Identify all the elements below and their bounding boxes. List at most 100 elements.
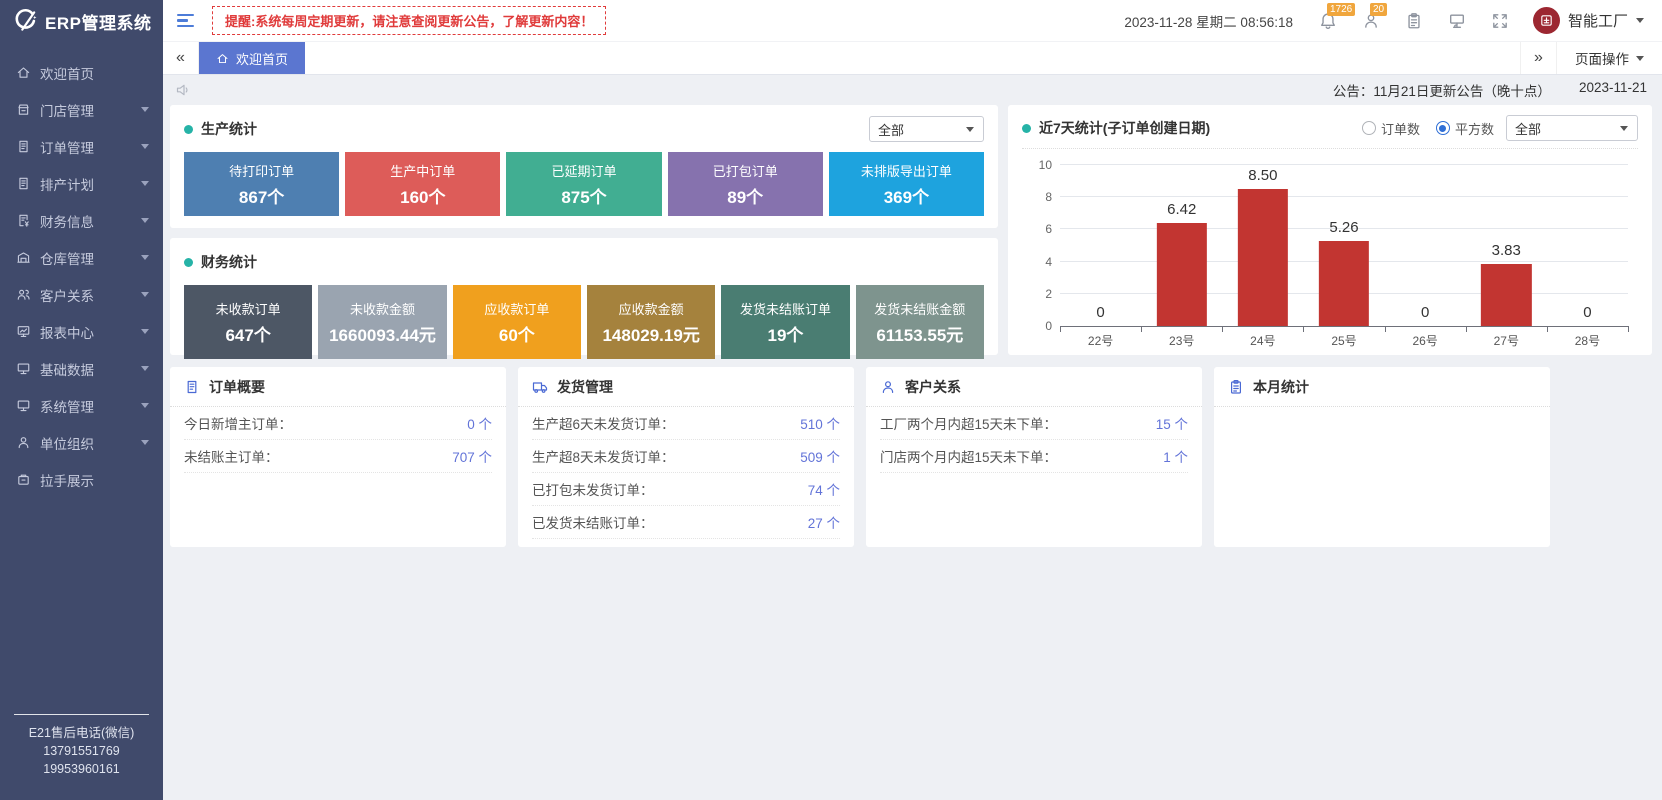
- bar-24号[interactable]: [1238, 189, 1288, 326]
- account-menu[interactable]: 智能工厂: [1533, 7, 1644, 34]
- menu-collapse-icon[interactable]: [177, 14, 194, 28]
- sidebar-item[interactable]: 订单管理: [0, 128, 163, 165]
- stat-card-value: 148029.19元: [602, 321, 699, 346]
- sidebar-item[interactable]: 门店管理: [0, 91, 163, 128]
- bar-23号[interactable]: [1157, 223, 1207, 326]
- account-name: 智能工厂: [1568, 10, 1628, 31]
- chart-filter-select[interactable]: 全部: [1506, 115, 1638, 141]
- production-stat-card[interactable]: 待打印订单867个: [184, 152, 339, 216]
- document-icon: [16, 176, 31, 191]
- bell-icon[interactable]: 1726: [1319, 12, 1337, 30]
- summary-row-item: 已发货未结账订单：27 个: [532, 506, 840, 539]
- x-axis-tick: [1141, 326, 1142, 332]
- sidebar-item[interactable]: 欢迎首页: [0, 54, 163, 91]
- notice-text[interactable]: 公告：11月21日更新公告（晚十点）: [1333, 80, 1551, 100]
- person-icon: [16, 435, 31, 450]
- sidebar-item[interactable]: 单位组织: [0, 424, 163, 461]
- fullscreen-icon[interactable]: [1491, 12, 1509, 30]
- radio-label: 订单数: [1381, 119, 1420, 138]
- finance-stat-card[interactable]: 应收款金额148029.19元: [587, 285, 715, 359]
- app-root: ERP管理系统 欢迎首页门店管理订单管理排产计划财务信息仓库管理客户关系报表中心…: [0, 0, 1662, 800]
- chevron-down-icon: [1636, 56, 1644, 61]
- bar-value-label: 0: [1537, 304, 1638, 321]
- production-header: 生产统计 全部: [184, 114, 984, 144]
- notice-right: 公告：11月21日更新公告（晚十点） 2023-11-21: [1333, 80, 1647, 100]
- header-icons: 1726 20: [1319, 12, 1509, 30]
- sidebar-item[interactable]: 客户关系: [0, 276, 163, 313]
- bullet-dot-icon: [1022, 124, 1031, 133]
- stat-card-value: 1660093.44元: [329, 321, 436, 346]
- page-actions-dropdown[interactable]: 页面操作: [1556, 42, 1662, 74]
- x-axis-tick-label: 23号: [1141, 327, 1222, 347]
- stat-card-value: 89个: [727, 183, 763, 208]
- tabs-scroll-left-icon[interactable]: «: [163, 42, 199, 74]
- clipboard-icon[interactable]: [1405, 12, 1423, 30]
- chart-column: 3.83: [1466, 165, 1547, 326]
- summary-row-value[interactable]: 0 个: [467, 413, 492, 433]
- sidebar-item-label: 系统管理: [40, 396, 94, 416]
- summary-row-label: 今日新增主订单：: [184, 413, 292, 433]
- logo-icon: [12, 8, 38, 34]
- chevron-down-icon: [141, 107, 149, 112]
- summary-row-value[interactable]: 1 个: [1163, 446, 1188, 466]
- topbar: 提醒:系统每周定期更新，请注意查阅更新公告，了解更新内容！ 2023-11-28…: [163, 0, 1662, 42]
- sidebar-item[interactable]: 系统管理: [0, 387, 163, 424]
- finance-stat-card[interactable]: 应收款订单60个: [453, 285, 581, 359]
- chevron-down-icon: [141, 403, 149, 408]
- home-icon: [16, 65, 31, 80]
- summary-row-value[interactable]: 707 个: [452, 446, 492, 466]
- summary-row-value[interactable]: 510 个: [800, 413, 840, 433]
- summary-row-value[interactable]: 509 个: [800, 446, 840, 466]
- summary-row-item: 门店两个月内超15天未下单： 1 个: [880, 440, 1188, 473]
- summary-row-value[interactable]: 15 个: [1156, 413, 1188, 433]
- production-filter-select[interactable]: 全部: [869, 116, 984, 142]
- notice-date: 2023-11-21: [1579, 80, 1647, 100]
- chevron-down-icon: [141, 329, 149, 334]
- sidebar-item[interactable]: 基础数据: [0, 350, 163, 387]
- summary-row-value[interactable]: 74 个: [808, 479, 840, 499]
- summary-row-value[interactable]: 27 个: [808, 512, 840, 532]
- store-icon: [16, 102, 31, 117]
- radio-option[interactable]: 平方数: [1436, 119, 1494, 138]
- stat-card-label: 生产中订单: [390, 161, 455, 180]
- production-panel: 生产统计 全部 待打印订单867个生产中订单160个已延期订单875个已打包订单…: [170, 105, 998, 228]
- finance-icon: [16, 213, 31, 228]
- summary-panel: 订单概要今日新增主订单：0 个未结账主订单：707 个: [170, 367, 506, 547]
- user-icon[interactable]: 20: [1362, 12, 1380, 30]
- bar-25号[interactable]: [1319, 241, 1369, 326]
- sidebar-item[interactable]: 财务信息: [0, 202, 163, 239]
- sidebar-item[interactable]: 仓库管理: [0, 239, 163, 276]
- clipboard-icon: [1228, 379, 1244, 395]
- finance-stat-card[interactable]: 未收款金额1660093.44元: [318, 285, 446, 359]
- summary-panel-title: 客户关系: [905, 377, 961, 397]
- stat-card-label: 已延期订单: [552, 161, 617, 180]
- sidebar-item-label: 欢迎首页: [40, 63, 94, 83]
- finance-cards: 未收款订单647个未收款金额1660093.44元应收款订单60个应收款金额14…: [184, 285, 984, 359]
- sidebar-item[interactable]: 拉手展示: [0, 461, 163, 498]
- summary-row-label: 工厂两个月内超15天未下单：: [880, 413, 1057, 433]
- finance-stat-card[interactable]: 发货未结账金额61153.55元: [856, 285, 984, 359]
- chart-title: 近7天统计(子订单创建日期): [1039, 118, 1210, 138]
- screen-icon[interactable]: [1448, 12, 1466, 30]
- home-icon: [216, 52, 229, 65]
- summary-row-label: 门店两个月内超15天未下单：: [880, 446, 1057, 466]
- chevron-down-icon: [141, 440, 149, 445]
- tab-label: 欢迎首页: [236, 49, 288, 68]
- summary-panel-title: 订单概要: [209, 377, 265, 397]
- finance-panel: 财务统计 未收款订单647个未收款金额1660093.44元应收款订单60个应收…: [170, 238, 998, 355]
- people-icon: [16, 287, 31, 302]
- sidebar-item[interactable]: 报表中心: [0, 313, 163, 350]
- x-axis-tick: [1303, 326, 1304, 332]
- production-stat-card[interactable]: 已延期订单875个: [506, 152, 661, 216]
- tabs-scroll-right-icon[interactable]: »: [1520, 42, 1556, 74]
- finance-stat-card[interactable]: 发货未结账订单19个: [721, 285, 849, 359]
- tab-home[interactable]: 欢迎首页: [199, 42, 305, 74]
- production-stat-card[interactable]: 已打包订单89个: [668, 152, 823, 216]
- finance-stat-card[interactable]: 未收款订单647个: [184, 285, 312, 359]
- bar-27号[interactable]: [1481, 264, 1531, 326]
- sidebar-item-label: 客户关系: [40, 285, 94, 305]
- sidebar-item[interactable]: 排产计划: [0, 165, 163, 202]
- production-stat-card[interactable]: 未排版导出订单369个: [829, 152, 984, 216]
- radio-option[interactable]: 订单数: [1362, 119, 1420, 138]
- production-stat-card[interactable]: 生产中订单160个: [345, 152, 500, 216]
